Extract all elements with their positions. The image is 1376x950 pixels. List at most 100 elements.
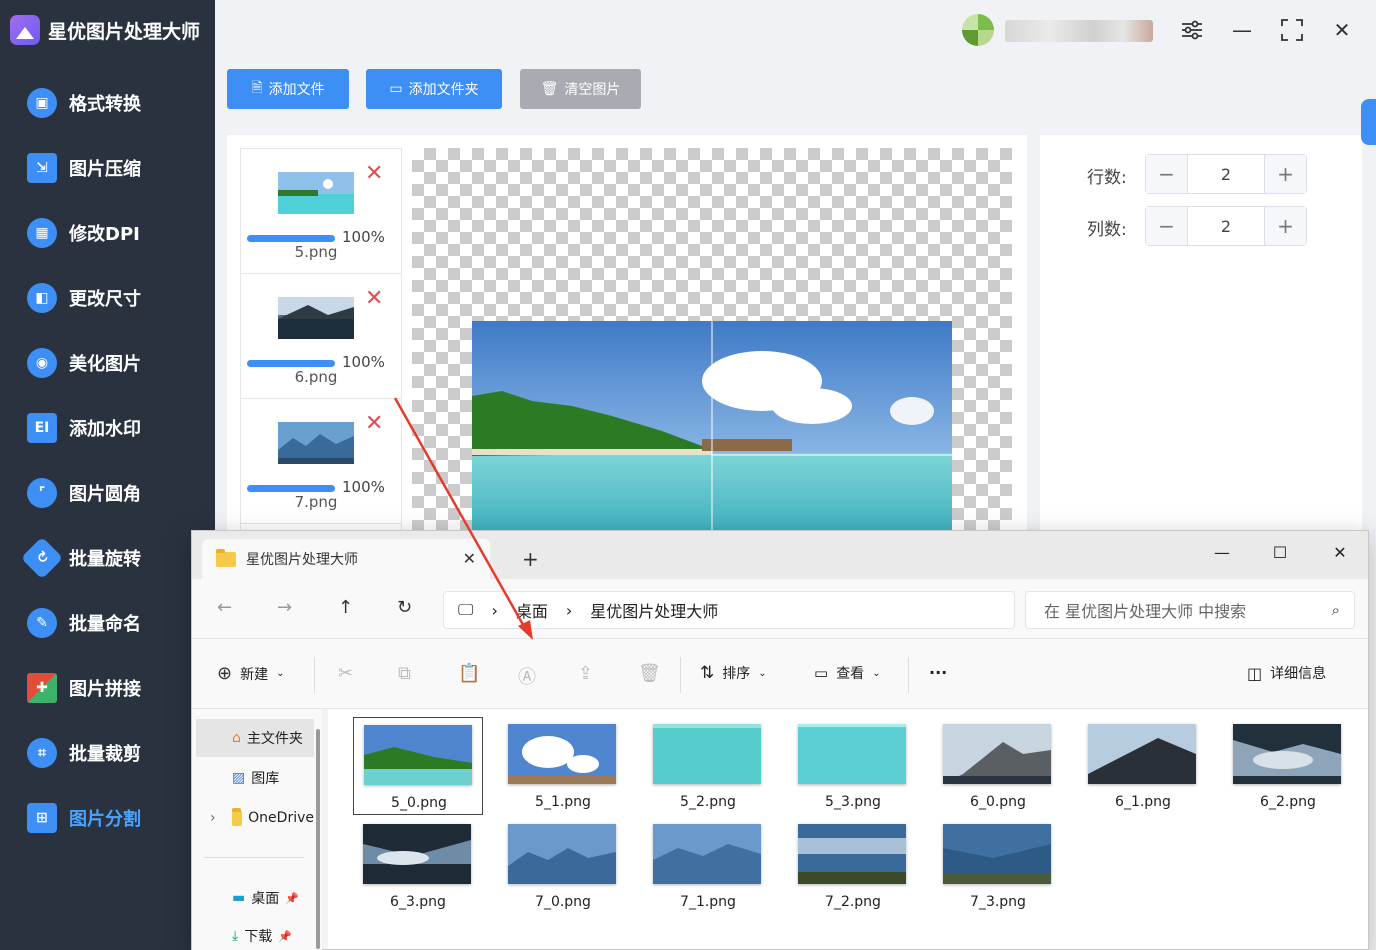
nav-desktop-label: 桌面	[251, 891, 280, 907]
close-button[interactable]: ✕	[1326, 14, 1358, 46]
list-item[interactable]: ✕ 100% 6.png	[241, 274, 401, 399]
nav-label: 图片分割	[69, 808, 141, 830]
explorer-tab[interactable]: 星优图片处理大师 ✕	[202, 539, 490, 579]
address-bar: ← → ↑ ↻ 🖵 › 桌面 › 星优图片处理大师 在 星优图片处理大师 中搜索…	[192, 579, 1368, 639]
delete-icon[interactable]: ✕	[365, 413, 383, 435]
nav-item-puzzle[interactable]: ✚ 图片拼接	[0, 655, 215, 720]
puzzle-icon: ✚	[27, 672, 57, 703]
file-name: 7_0.png	[535, 894, 591, 910]
new-label: 新建	[240, 666, 269, 683]
tab-close-icon[interactable]: ✕	[463, 549, 476, 568]
delete-icon[interactable]: ✕	[365, 288, 383, 310]
list-item[interactable]: 6_3.png	[353, 817, 483, 915]
side-tab-handle[interactable]	[1361, 99, 1376, 145]
details-button[interactable]: ◫ 详细信息	[1247, 663, 1326, 683]
nav-item-watermark[interactable]: EI 添加水印	[0, 395, 215, 460]
cut-icon[interactable]: ✂	[338, 663, 353, 684]
refresh-icon[interactable]: ↻	[397, 597, 412, 618]
image-compress-icon: ⇲	[27, 152, 57, 183]
folder-icon: ▭	[389, 81, 403, 97]
chevron-down-icon: ⌄	[872, 667, 881, 679]
list-item[interactable]: 7_2.png	[788, 817, 918, 915]
nav-item-compress[interactable]: ⇲ 图片压缩	[0, 135, 215, 200]
sort-button[interactable]: ⇅ 排序 ⌄	[700, 663, 767, 683]
more-button[interactable]: ···	[929, 663, 947, 682]
add-file-button[interactable]: 🗎 添加文件	[227, 69, 349, 109]
thumbnail	[508, 724, 616, 784]
list-item[interactable]: 5_0.png	[353, 717, 483, 815]
rows-decrement-button[interactable]: −	[1146, 155, 1187, 193]
list-item[interactable]: 7_3.png	[933, 817, 1063, 915]
nav-label: 批量裁剪	[69, 743, 141, 765]
explorer-maximize-button[interactable]: ☐	[1260, 539, 1300, 565]
delete-icon[interactable]: 🗑	[638, 663, 661, 684]
avatar[interactable]	[962, 14, 994, 46]
list-item[interactable]: 6_0.png	[933, 717, 1063, 815]
list-item[interactable]: ✕ 100% 5.png	[241, 149, 401, 274]
nav-item-crop[interactable]: ⌗ 批量裁剪	[0, 720, 215, 785]
nav-gallery-label: 图库	[251, 771, 280, 787]
nav-item-dpi[interactable]: ▦ 修改DPI	[0, 200, 215, 265]
add-folder-button[interactable]: ▭ 添加文件夹	[366, 69, 502, 109]
list-item[interactable]: 5_1.png	[498, 717, 628, 815]
list-item[interactable]: 7_0.png	[498, 817, 628, 915]
cols-value[interactable]: 2	[1187, 207, 1265, 245]
view-button[interactable]: ▭ 查看 ⌄	[814, 663, 881, 683]
round-corner-icon: ⌜	[27, 477, 57, 508]
list-item[interactable]: 6_2.png	[1223, 717, 1353, 815]
list-item[interactable]: 7_1.png	[643, 817, 773, 915]
copy-icon[interactable]: ⧉	[398, 663, 411, 684]
nav-item-rotate[interactable]: ↻ 批量旋转	[0, 525, 215, 590]
nav-item-split[interactable]: ⊞ 图片分割	[0, 785, 215, 850]
explorer-tabbar: 星优图片处理大师 ✕ + — ☐ ✕	[192, 531, 1368, 579]
nav-desktop[interactable]: ▬ 桌面 📌	[196, 879, 314, 917]
forward-icon[interactable]: →	[277, 597, 292, 618]
breadcrumb[interactable]: 🖵 › 桌面 › 星优图片处理大师	[443, 591, 1015, 629]
cols-decrement-button[interactable]: −	[1146, 207, 1187, 245]
nav-onedrive[interactable]: › OneDrive	[196, 799, 314, 837]
back-icon[interactable]: ←	[217, 597, 232, 618]
breadcrumb-folder[interactable]: 星优图片处理大师	[590, 598, 718, 622]
search-input[interactable]: 在 星优图片处理大师 中搜索 ⌕	[1025, 591, 1355, 629]
fullscreen-button[interactable]	[1276, 14, 1308, 46]
list-item[interactable]: 6_1.png	[1078, 717, 1208, 815]
up-icon[interactable]: ↑	[338, 597, 353, 618]
nav-item-beautify[interactable]: ◉ 美化图片	[0, 330, 215, 395]
clear-images-button[interactable]: 🗑 清空图片	[520, 69, 641, 109]
nav-item-round-corner[interactable]: ⌜ 图片圆角	[0, 460, 215, 525]
share-icon[interactable]: ⇪	[578, 663, 593, 684]
cols-stepper[interactable]: − 2 +	[1145, 206, 1307, 246]
sidebar: 星优图片处理大师 ▣ 格式转换 ⇲ 图片压缩 ▦ 修改DPI ◧ 更改尺寸 ◉ 美化图片 …	[0, 0, 215, 950]
rename-icon[interactable]: Ⓐ	[518, 663, 536, 689]
breadcrumb-desktop[interactable]: 桌面	[516, 598, 548, 622]
file-explorer-window: 星优图片处理大师 ✕ + — ☐ ✕ ← → ↑ ↻ 🖵 › 桌面 › 星优图片…	[191, 530, 1369, 950]
minimize-button[interactable]: —	[1226, 14, 1258, 46]
new-tab-button[interactable]: +	[522, 547, 539, 571]
details-label: 详细信息	[1270, 666, 1327, 682]
settings-button[interactable]	[1176, 14, 1208, 46]
progress-bar	[247, 235, 335, 242]
rows-increment-button[interactable]: +	[1265, 155, 1306, 193]
rows-value[interactable]: 2	[1187, 155, 1265, 193]
list-item[interactable]: 5_2.png	[643, 717, 773, 815]
delete-icon[interactable]: ✕	[365, 163, 383, 185]
nav-label: 批量旋转	[69, 548, 141, 570]
nav-home[interactable]: ⌂ 主文件夹	[196, 719, 314, 757]
nav-item-rename[interactable]: ✎ 批量命名	[0, 590, 215, 655]
explorer-close-button[interactable]: ✕	[1320, 539, 1360, 565]
nav-item-resize[interactable]: ◧ 更改尺寸	[0, 265, 215, 330]
rows-stepper[interactable]: − 2 +	[1145, 154, 1307, 194]
explorer-minimize-button[interactable]: —	[1202, 539, 1242, 565]
list-item[interactable]: 5_3.png	[788, 717, 918, 815]
pin-icon: 📌	[278, 929, 292, 943]
cols-increment-button[interactable]: +	[1265, 207, 1306, 245]
nav-downloads[interactable]: ⤓ 下载 📌	[196, 917, 314, 950]
nav-item-format-convert[interactable]: ▣ 格式转换	[0, 70, 215, 135]
nav-scrollbar[interactable]	[316, 729, 320, 949]
list-item[interactable]: ✕ 100% 7.png	[241, 399, 401, 524]
paste-icon[interactable]: 📋	[458, 663, 480, 684]
new-button[interactable]: ⊕ 新建 ⌄	[217, 663, 284, 684]
nav-gallery[interactable]: ▨ 图库	[196, 759, 314, 797]
home-icon: ⌂	[232, 730, 241, 746]
preview-image	[472, 321, 952, 533]
